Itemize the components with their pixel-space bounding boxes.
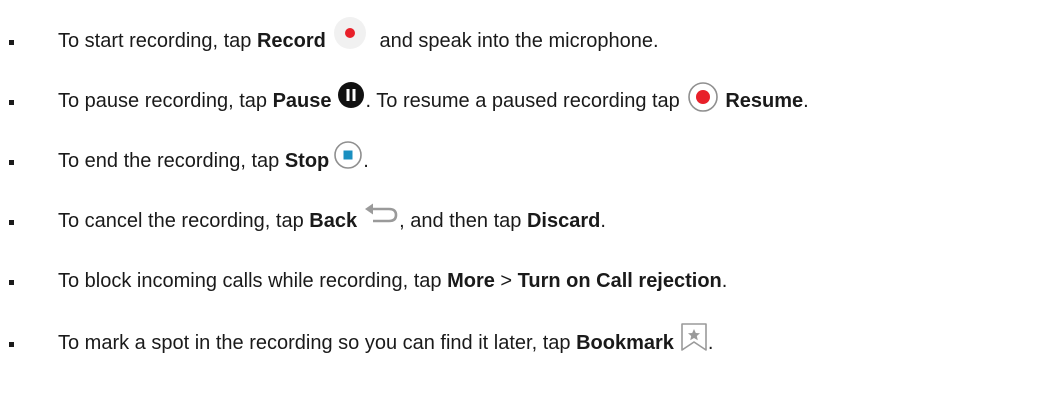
list-item: To start recording, tap Record and speak…: [0, 17, 1057, 61]
list-item: To pause recording, tap Pause . To resum…: [0, 81, 1057, 121]
text-segment: and speak into the microphone.: [373, 30, 659, 52]
list-item-text: To pause recording, tap Pause . To resum…: [58, 82, 809, 117]
text-segment: . To resume a paused recording tap: [365, 90, 686, 112]
pause-icon: [337, 82, 364, 108]
text-segment: To mark a spot in the recording so you c…: [58, 332, 577, 354]
text-segment: .: [600, 210, 606, 232]
resume-icon: [688, 82, 719, 112]
bullet: [9, 100, 14, 105]
list-item-text: To cancel the recording, tap Back , and …: [58, 203, 606, 233]
text-segment: .: [721, 270, 728, 292]
record-icon: [333, 17, 366, 49]
text-segment: To cancel the recording, tap: [58, 210, 310, 232]
list-item-text: To end the recording, tap Stop .: [58, 141, 369, 176]
stop-icon: [334, 141, 363, 169]
bullet: [9, 160, 14, 165]
bold-term: Bookmark: [576, 332, 674, 354]
bold-term: Stop: [284, 150, 330, 172]
bullet: [9, 40, 14, 45]
list-item: To cancel the recording, tap Back , and …: [0, 201, 1057, 241]
back-arrow-icon: [365, 203, 398, 223]
list-item: To mark a spot in the recording so you c…: [0, 323, 1057, 363]
bold-term: Turn on Call rejection: [517, 270, 722, 292]
text-segment: To end the recording, tap: [58, 150, 285, 172]
bold-term: Discard: [526, 210, 601, 232]
bullet: [9, 342, 14, 347]
text-segment: To block incoming calls while recording,…: [58, 270, 448, 292]
bold-term: Record: [256, 30, 326, 52]
list-item-text: To start recording, tap Record and speak…: [58, 17, 659, 59]
list-item-text: To block incoming calls while recording,…: [58, 269, 727, 293]
bold-term: Back: [309, 210, 358, 232]
list-item: To end the recording, tap Stop .: [0, 141, 1057, 181]
bullet: [9, 280, 14, 285]
text-segment: , and then tap: [399, 210, 527, 232]
instruction-list: To start recording, tap Record and speak…: [0, 0, 1057, 410]
text-segment: >: [494, 270, 518, 292]
list-item-text: To mark a spot in the recording so you c…: [58, 323, 714, 358]
bullet: [9, 220, 14, 225]
text-segment: .: [803, 90, 809, 112]
bold-term: More: [447, 270, 495, 292]
list-item: To block incoming calls while recording,…: [0, 261, 1057, 301]
bookmark-star-icon: [681, 323, 707, 351]
bold-term: Pause: [272, 90, 332, 112]
bold-term: Resume: [725, 90, 804, 112]
text-segment: .: [707, 332, 714, 354]
text-segment: To pause recording, tap: [58, 90, 273, 112]
text-segment: .: [363, 150, 369, 172]
text-segment: To start recording, tap: [58, 30, 257, 52]
